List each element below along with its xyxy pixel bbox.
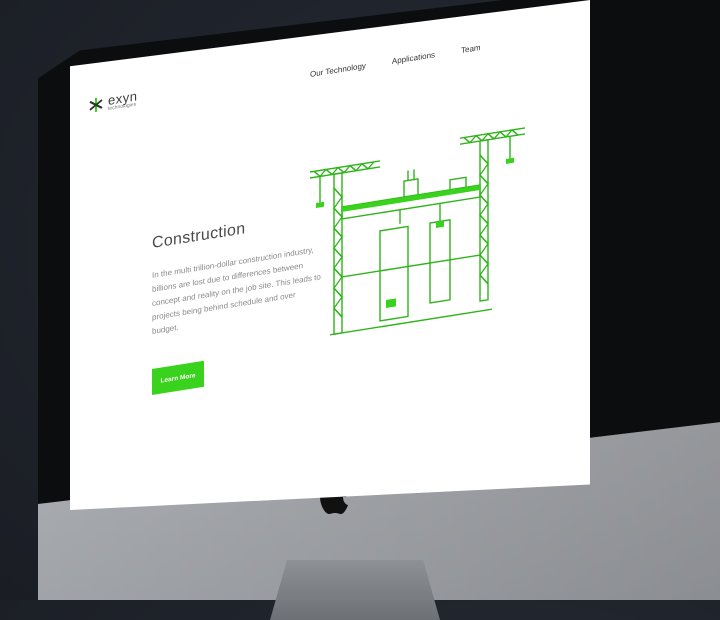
page-content: Our Technology Applications Team exyn te…: [70, 0, 590, 510]
highlight-accents: [316, 157, 514, 308]
nav-our-technology[interactable]: Our Technology: [310, 61, 366, 79]
imac-monitor: Our Technology Applications Team exyn te…: [0, 0, 720, 620]
monitor-stand: [270, 560, 440, 620]
page-title: Construction: [152, 220, 246, 253]
top-navigation: Our Technology Applications Team: [310, 43, 481, 79]
crane-structure: [310, 127, 525, 336]
nav-team[interactable]: Team: [461, 43, 481, 55]
brand-logo[interactable]: exyn technologies: [88, 88, 137, 115]
construction-illustration: [310, 127, 525, 336]
exyn-logo-icon: [89, 97, 103, 113]
hero-description: In the multi trillion-dollar constructio…: [152, 245, 321, 337]
logo-text: exyn technologies: [108, 88, 137, 112]
learn-more-button[interactable]: Learn More: [152, 360, 204, 396]
nav-applications[interactable]: Applications: [392, 50, 435, 66]
website-screen: Our Technology Applications Team exyn te…: [70, 0, 590, 510]
